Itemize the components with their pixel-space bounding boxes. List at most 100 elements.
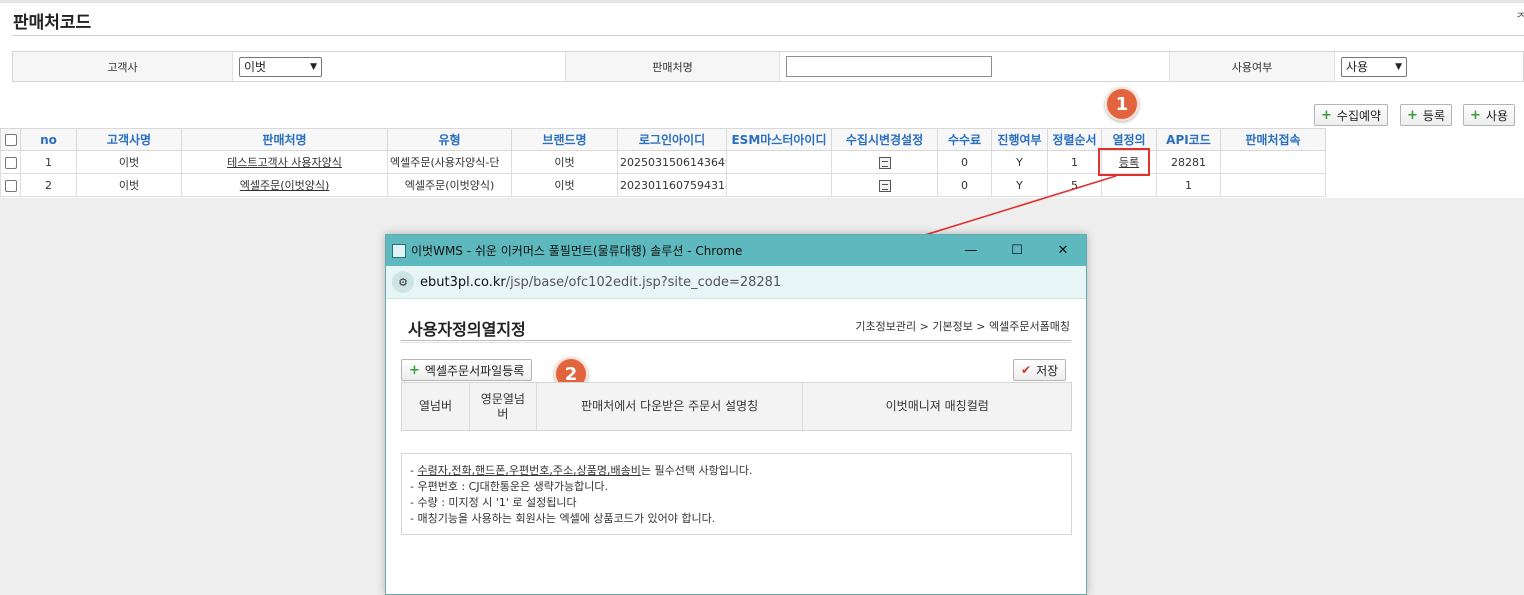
highlight-box	[1098, 148, 1150, 176]
document-icon[interactable]	[878, 156, 891, 169]
col-login-id[interactable]: 로그인아이디	[617, 128, 727, 151]
search-form: 고객사 이벗 ▼ 판매처명 사용여부 사용 ▼	[12, 51, 1524, 82]
excel-upload-button[interactable]: + 엑셀주문서파일등록	[401, 359, 533, 381]
use-button[interactable]: + 사용	[1463, 104, 1515, 126]
use-select-value: 사용	[1346, 60, 1369, 74]
select-all-checkbox[interactable]	[4, 134, 17, 146]
note-line-3: - 수량 : 미지정 시 '1' 로 설정됩니다	[410, 496, 577, 509]
row-progress: Y	[991, 150, 1048, 174]
row-login-id: 20230116075943189	[617, 173, 727, 197]
col-collect-change[interactable]: 수집시변경설정	[831, 128, 938, 151]
page-title: 판매처코드	[13, 13, 92, 33]
note-line-2: - 우편번호 : CJ대한통운은 생략가능합니다.	[410, 480, 609, 493]
row-checkbox-cell	[0, 173, 21, 197]
col-api-code[interactable]: API코드	[1156, 128, 1221, 151]
seller-name-cell	[780, 52, 1170, 81]
save-button[interactable]: ✔ 저장	[1013, 359, 1067, 381]
popup-heading: 사용자정의열지정	[408, 320, 526, 339]
col-source-description[interactable]: 판매처에서 다운받은 주문서 설명칭	[537, 383, 804, 430]
row-checkbox-cell	[0, 150, 21, 174]
col-english-column-number[interactable]: 영문열넘버	[470, 383, 537, 430]
row-collect-change-cell	[831, 150, 938, 174]
col-no[interactable]: no	[20, 128, 77, 151]
popup-address-bar: ⚙ ebut3pl.co.kr/jsp/base/ofc102edit.jsp?…	[386, 266, 1086, 299]
popup-window-title: 이벗WMS - 쉬운 이커머스 풀필먼트(물류대행) 솔루션 - Chrome	[411, 244, 743, 258]
col-sort-order[interactable]: 정렬순서	[1047, 128, 1102, 151]
col-progress[interactable]: 진행여부	[991, 128, 1048, 151]
col-seller-connect[interactable]: 판매처접속	[1220, 128, 1326, 151]
popup-titlebar: 이벗WMS - 쉬운 이커머스 풀필먼트(물류대행) 솔루션 - Chrome …	[386, 235, 1086, 266]
row-checkbox[interactable]	[4, 179, 17, 192]
row-connect	[1220, 150, 1326, 174]
row-no: 2	[20, 173, 77, 197]
col-brand[interactable]: 브랜드명	[511, 128, 618, 151]
col-seller-name[interactable]: 판매처명	[181, 128, 388, 151]
corner-glyph: ᄌ	[1516, 11, 1524, 25]
col-esm-master-id[interactable]: ESM마스터아이디	[726, 128, 832, 151]
close-icon[interactable]: ✕	[1040, 243, 1086, 258]
chevron-down-icon: ▼	[1395, 61, 1402, 72]
row-type: 엑셀주문(사용자양식-단	[387, 150, 512, 174]
row-collect-change-cell	[831, 173, 938, 197]
top-border	[0, 0, 1524, 3]
register-button[interactable]: + 등록	[1400, 104, 1452, 126]
note-line-1: - 수령자,전화,핸드폰,우편번호,주소,상품명,배송비는 필수선택 사항입니다…	[410, 464, 753, 477]
row-column-def	[1101, 173, 1157, 197]
row-customer: 이벗	[76, 150, 182, 174]
use-label: 사용여부	[1170, 52, 1335, 81]
register-label: 등록	[1422, 108, 1445, 123]
use-select[interactable]: 사용 ▼	[1341, 56, 1407, 77]
col-customer-name[interactable]: 고객사명	[76, 128, 182, 151]
excel-upload-label: 엑셀주문서파일등록	[424, 363, 525, 378]
row-checkbox[interactable]	[4, 156, 17, 169]
table-row[interactable]: 2 이벗 엑셀주문(이벗양식) 엑셀주문(이벗양식) 이벗 2023011607…	[0, 173, 1326, 197]
row-esm-id	[726, 150, 832, 174]
required-fields: 수령자,전화,핸드폰,우편번호,주소,상품명,배송비	[417, 464, 641, 477]
seller-name-input[interactable]	[786, 56, 992, 77]
checkmark-icon: ✔	[1021, 363, 1032, 377]
heading-divider	[401, 340, 1071, 341]
site-settings-icon[interactable]: ⚙	[392, 271, 414, 293]
minimize-icon[interactable]: —	[948, 243, 994, 258]
site-favicon-icon	[392, 243, 406, 258]
row-connect	[1220, 173, 1326, 197]
row-fee: 0	[937, 173, 992, 197]
maximize-icon[interactable]: ☐	[994, 243, 1040, 258]
collect-reserve-button[interactable]: + 수집예약	[1314, 104, 1389, 126]
row-progress: Y	[991, 173, 1048, 197]
row-seller-link[interactable]: 테스트고객사 사용자양식	[181, 150, 388, 174]
col-matching-column[interactable]: 이벗매니져 매칭컬럼	[803, 383, 1071, 430]
plus-icon: +	[409, 362, 420, 378]
customer-select-value: 이벗	[244, 60, 267, 74]
title-divider	[12, 35, 1524, 36]
heading-divider-secondary	[401, 342, 1071, 343]
row-brand: 이벗	[511, 173, 618, 197]
col-fee[interactable]: 수수료	[937, 128, 992, 151]
popup-url[interactable]: ebut3pl.co.kr/jsp/base/ofc102edit.jsp?si…	[420, 275, 781, 290]
url-host: ebut3pl.co.kr	[420, 274, 506, 290]
collect-reserve-label: 수집예약	[1336, 108, 1382, 123]
col-column-number[interactable]: 열넘버	[402, 383, 470, 430]
row-seller-link[interactable]: 엑셀주문(이벗양식)	[181, 173, 388, 197]
row-api-code: 1	[1156, 173, 1221, 197]
customer-select[interactable]: 이벗 ▼	[239, 56, 322, 77]
customer-cell: 이벗 ▼	[233, 52, 566, 81]
breadcrumb: 기초정보관리 > 기본정보 > 엑셀주문서폼매칭	[855, 320, 1070, 333]
row-sort: 1	[1047, 150, 1102, 174]
row-customer: 이벗	[76, 173, 182, 197]
url-path: /jsp/base/ofc102edit.jsp?site_code=28281	[505, 274, 782, 290]
plus-icon: +	[1407, 107, 1418, 123]
col-type[interactable]: 유형	[387, 128, 512, 151]
select-all-cell	[0, 128, 21, 151]
column-mapping-grid: 열넘버 영문열넘버 판매처에서 다운받은 주문서 설명칭 이벗매니져 매칭컬럼	[401, 382, 1072, 431]
row-esm-id	[726, 173, 832, 197]
row-api-code: 28281	[1156, 150, 1221, 174]
use-cell: 사용 ▼	[1335, 52, 1523, 81]
row-sort: 5	[1047, 173, 1102, 197]
chevron-down-icon: ▼	[310, 61, 317, 72]
seller-name-label: 판매처명	[566, 52, 780, 81]
row-fee: 0	[937, 150, 992, 174]
notes-box: - 수령자,전화,핸드폰,우편번호,주소,상품명,배송비는 필수선택 사항입니다…	[401, 453, 1072, 535]
note-line-1-rest: 는 필수선택 사항입니다.	[640, 464, 753, 477]
document-icon[interactable]	[878, 179, 891, 192]
